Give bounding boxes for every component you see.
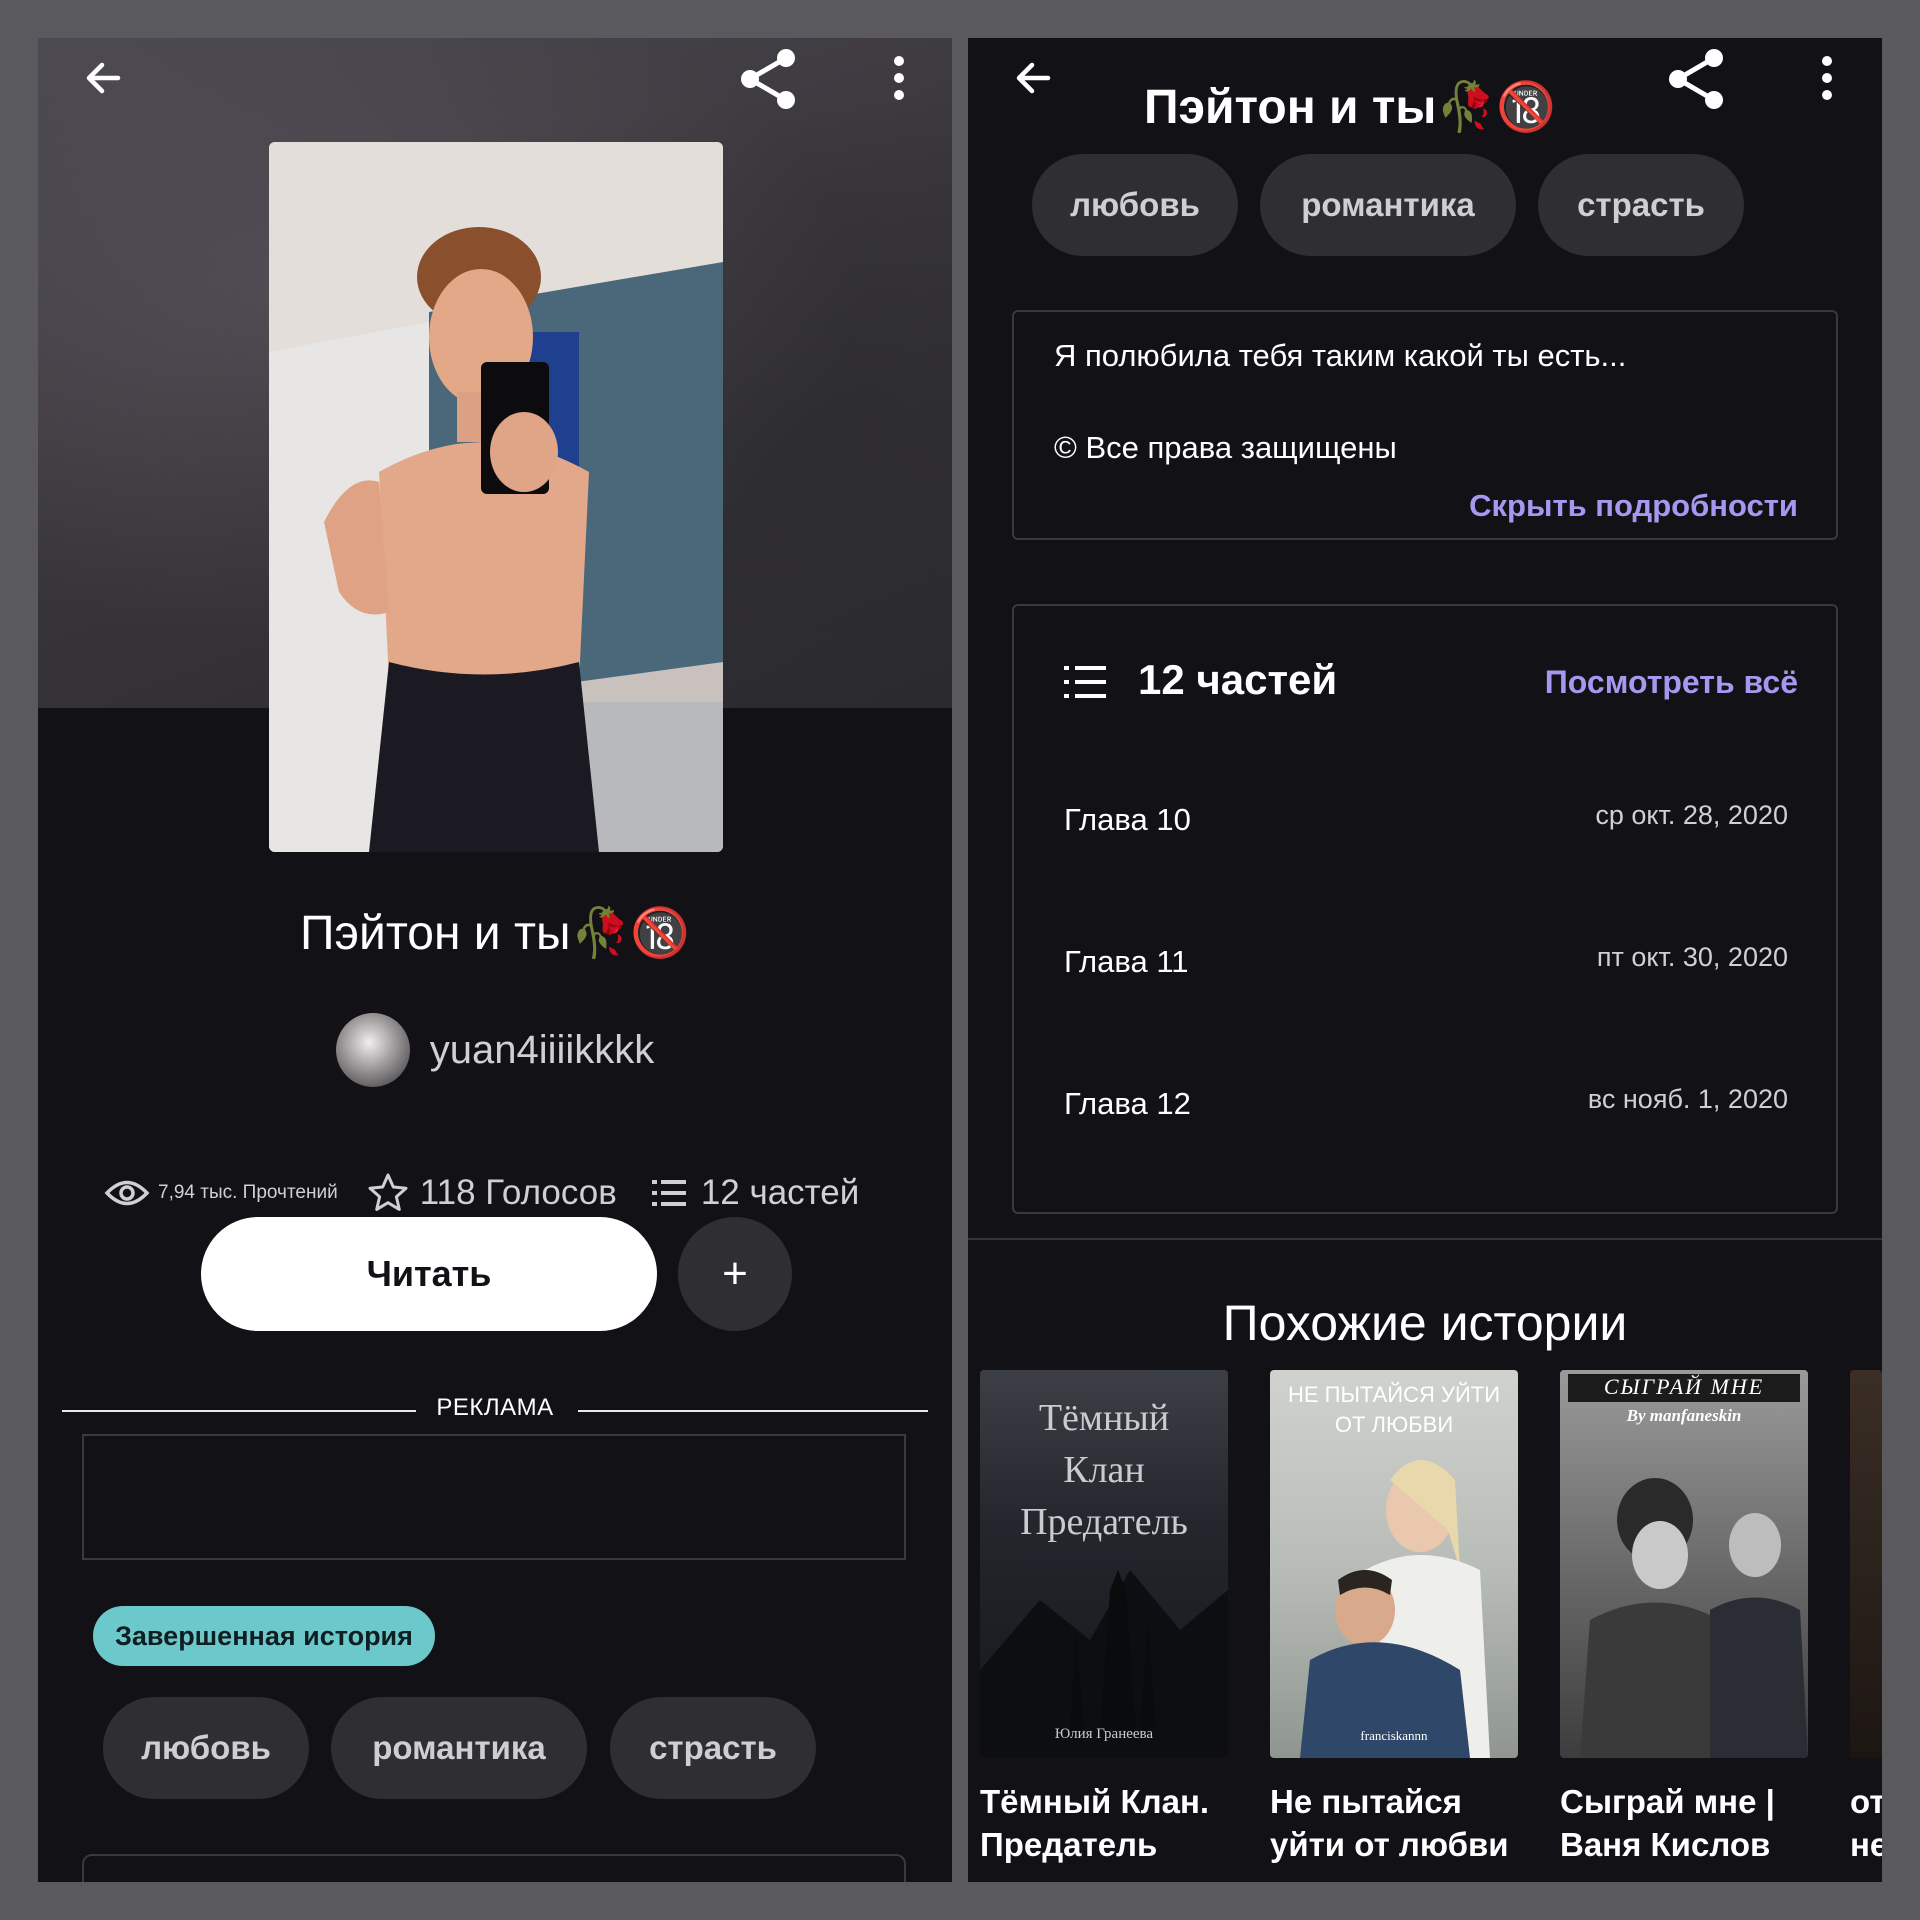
similar-story-cover[interactable]: Тёмный Клан Предатель Юлия Гранеева (980, 1370, 1228, 1758)
chapter-date: вс нояб. 1, 2020 (1587, 1084, 1788, 1114)
reads-stat: 7,94 тыс. Прочтений (104, 1178, 338, 1208)
similar-story-title-line: Не пытайся (1270, 1783, 1462, 1820)
list-icon (1062, 662, 1108, 707)
chapter-title[interactable]: Глава 11 (1064, 944, 1189, 980)
ad-divider-right (578, 1410, 928, 1412)
list-icon (651, 1177, 687, 1209)
similar-story-title-line: не (1850, 1826, 1882, 1863)
completed-badge: Завершенная история (93, 1606, 435, 1666)
tag-chip[interactable]: страсть (1538, 154, 1744, 256)
author-avatar[interactable] (335, 1013, 410, 1087)
story-title: Пэйтон и ты🥀🔞 (300, 907, 690, 960)
similar-story-title-line: Тёмный Клан. (980, 1783, 1210, 1820)
description-text: Я полюбила тебя таким какой ты есть... (1054, 338, 1627, 373)
add-to-library-button[interactable]: + (678, 1217, 792, 1331)
tag-chip[interactable]: романтика (331, 1697, 587, 1799)
see-all-link[interactable]: Посмотреть всё (1545, 664, 1798, 701)
hide-details-link[interactable]: Скрыть подробности (1469, 488, 1798, 524)
similar-story-title[interactable]: Не пытайся уйти от любви (1270, 1780, 1509, 1866)
parts-count: 12 частей (1138, 656, 1338, 703)
votes-count: 118 Голосов (419, 1173, 617, 1212)
next-section-edge (82, 1854, 906, 1882)
cover-title-text: НЕ ПЫТАЙСЯ УЙТИ ОТ ЛЮБВИ (1287, 1382, 1501, 1437)
similar-story-title[interactable]: от не (1850, 1780, 1882, 1866)
share-icon[interactable] (734, 44, 804, 114)
description-box: Я полюбила тебя таким какой ты есть... ©… (1012, 310, 1838, 540)
similar-story-title-line: уйти от любви (1270, 1826, 1509, 1863)
story-detail-panel: Пэйтон и ты🥀🔞 yuan4iiiikkkk 7,94 тыс. Пр… (38, 38, 952, 1882)
chapter-title[interactable]: Глава 12 (1064, 1086, 1191, 1122)
star-icon (366, 1171, 410, 1215)
cover-title-text: СЫГРАЙ МНЕ (1603, 1374, 1765, 1399)
similar-story-cover[interactable]: НЕ ПЫТАЙСЯ УЙТИ ОТ ЛЮБВИ franciskannn (1270, 1370, 1518, 1758)
similar-story-title[interactable]: Тёмный Клан. Предатель (980, 1780, 1209, 1866)
parts-stat: 12 частей (651, 1173, 860, 1213)
tag-chip[interactable]: любовь (103, 1697, 309, 1799)
reads-count: 7,94 тыс. Прочтений (158, 1182, 338, 1203)
tag-chip[interactable]: любовь (1032, 154, 1238, 256)
similar-story-title[interactable]: Сыграй мне | Ваня Кислов (1560, 1780, 1775, 1866)
back-arrow-icon[interactable] (74, 48, 134, 108)
story-stats: 7,94 тыс. Прочтений 118 Голосов 12 часте… (104, 1163, 944, 1223)
chapter-date: ср окт. 28, 2020 (1595, 800, 1788, 830)
similar-stories-heading: Похожие истории (1222, 1295, 1628, 1351)
cover-author-text: By manfaneskin (1626, 1406, 1742, 1425)
cover-author-text: franciskannn (1360, 1728, 1428, 1743)
share-icon[interactable] (1662, 44, 1732, 114)
ad-label: РЕКЛАМА (436, 1394, 554, 1421)
ad-placeholder[interactable] (82, 1434, 906, 1560)
header-title: Пэйтон и ты🥀🔞 (1144, 81, 1556, 134)
more-options-icon[interactable] (884, 48, 914, 108)
eye-icon (104, 1178, 150, 1208)
tag-chip[interactable]: романтика (1260, 154, 1516, 256)
cover-author-text: Юлия Гранеева (1054, 1726, 1154, 1742)
votes-stat: 118 Голосов (366, 1171, 617, 1215)
story-info-panel: Пэйтон и ты🥀🔞 любовь романтика страсть Я… (968, 38, 1882, 1882)
chapter-title[interactable]: Глава 10 (1064, 802, 1191, 838)
similar-story-title-line: Ваня Кислов (1560, 1826, 1771, 1863)
similar-story-cover[interactable]: СЫГРАЙ МНЕ By manfaneskin (1560, 1370, 1808, 1758)
similar-story-title-line: Сыграй мне | (1560, 1783, 1775, 1820)
parts-box: 12 частей Посмотреть всё Глава 10 ср окт… (1012, 604, 1838, 1214)
author-name[interactable]: yuan4iiiikkkk (430, 1028, 655, 1073)
chapter-date: пт окт. 30, 2020 (1596, 942, 1788, 972)
tag-chip[interactable]: страсть (610, 1697, 816, 1799)
similar-story-title-line: Предатель (980, 1826, 1158, 1863)
book-cover-image (269, 142, 723, 852)
section-divider (968, 1238, 1882, 1240)
parts-count: 12 частей (700, 1173, 860, 1212)
similar-story-cover[interactable] (1850, 1370, 1882, 1758)
back-arrow-icon[interactable] (1004, 48, 1064, 108)
read-button[interactable]: Читать (201, 1217, 657, 1331)
copyright-text: © Все права защищены (1054, 430, 1397, 465)
similar-story-title-line: от (1850, 1783, 1882, 1820)
more-options-icon[interactable] (1812, 48, 1842, 108)
author-row[interactable]: yuan4iiiikkkk (38, 1013, 952, 1087)
cover-title-text: Тёмный Клан Предатель (1020, 1397, 1188, 1543)
